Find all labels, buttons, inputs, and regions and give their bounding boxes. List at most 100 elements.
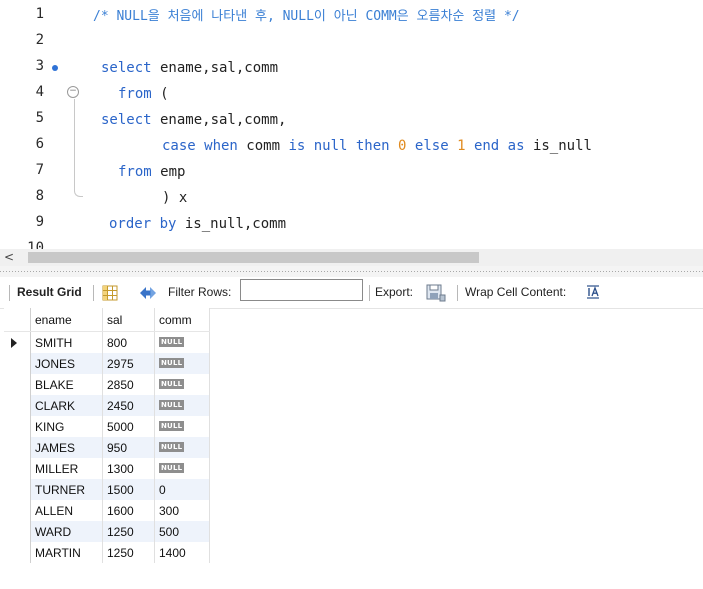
grid-cell-sal[interactable]: 1300 — [102, 458, 155, 479]
wrap-cell-content-label: Wrap Cell Content: — [465, 285, 567, 299]
row-indicator[interactable] — [4, 437, 31, 458]
grid-cell-comm[interactable]: 1400 — [154, 542, 210, 563]
grid-cell-ename[interactable]: CLARK — [30, 395, 103, 416]
line-number: 10 — [27, 240, 44, 249]
editor-horizontal-scrollbar[interactable]: < — [0, 249, 703, 266]
editor-line[interactable]: 5 select ename,sal,comm, — [0, 108, 703, 134]
grid-cell-comm[interactable]: 500 — [154, 521, 210, 542]
grid-cell-ename[interactable]: SMITH — [30, 331, 103, 353]
grid-cell-comm[interactable]: NULL — [154, 437, 210, 458]
row-indicator[interactable] — [4, 479, 31, 500]
code-text: order by is_null,comm — [109, 214, 286, 234]
table-row[interactable]: MARTIN 1250 1400 — [4, 542, 210, 563]
grid-cell-ename[interactable]: WARD — [30, 521, 103, 542]
grid-cell-sal[interactable]: 2850 — [102, 374, 155, 395]
grid-cell-ename[interactable]: MILLER — [30, 458, 103, 479]
editor-line[interactable]: 4 − from ( — [0, 82, 703, 108]
code-token: is_null,comm — [176, 216, 287, 232]
editor-line[interactable]: 7 from emp — [0, 160, 703, 186]
grid-cell-comm[interactable]: NULL — [154, 353, 210, 374]
code-token: case when — [162, 138, 238, 154]
row-indicator[interactable] — [4, 331, 31, 353]
code-token: ename,sal,comm — [151, 60, 279, 76]
grid-cell-comm[interactable]: NULL — [154, 374, 210, 395]
fold-toggle-icon[interactable]: − — [67, 86, 79, 98]
code-token: is null then — [288, 138, 390, 154]
grid-cell-sal[interactable]: 1600 — [102, 500, 155, 521]
editor-line[interactable]: 6 case when comm is null then 0 else 1 en… — [0, 134, 703, 160]
export-icon[interactable] — [425, 283, 447, 303]
result-grid-tab[interactable]: Result Grid — [17, 285, 82, 299]
column-header-sal[interactable]: sal — [102, 308, 155, 332]
grid-cell-sal[interactable]: 800 — [102, 331, 155, 353]
grid-cell-sal[interactable]: 1500 — [102, 479, 155, 500]
grid-cell-sal[interactable]: 1250 — [102, 542, 155, 563]
row-indicator[interactable] — [4, 542, 31, 563]
scrollbar-thumb[interactable] — [28, 252, 479, 263]
table-row[interactable]: BLAKE 2850 NULL — [4, 374, 210, 395]
grid-cell-sal[interactable]: 950 — [102, 437, 155, 458]
result-grid[interactable]: ename sal comm SMITH 800 NULL JONES 2975 NULL… — [4, 308, 210, 563]
null-badge: NULL — [159, 399, 185, 410]
editor-line[interactable]: 1 /* NULL을 처음에 나타낸 후, NULL이 아닌 COMM은 오름차순… — [0, 4, 703, 30]
grid-cell-sal[interactable]: 2975 — [102, 353, 155, 374]
table-row[interactable]: SMITH 800 NULL — [4, 331, 210, 353]
grid-cell-ename[interactable]: MARTIN — [30, 542, 103, 563]
grid-cell-comm[interactable]: 0 — [154, 479, 210, 500]
code-token: ) x — [162, 190, 188, 206]
row-indicator[interactable] — [4, 353, 31, 374]
panel-splitter[interactable] — [0, 266, 703, 277]
line-number: 7 — [35, 162, 44, 178]
scroll-left-arrow-icon[interactable]: < — [2, 249, 16, 266]
refresh-icon[interactable] — [137, 284, 159, 302]
grid-cell-comm[interactable]: NULL — [154, 331, 210, 353]
grid-cell-comm[interactable]: 300 — [154, 500, 210, 521]
grid-cell-ename[interactable]: TURNER — [30, 479, 103, 500]
grid-cell-comm[interactable]: NULL — [154, 458, 210, 479]
code-token: 1 — [457, 138, 466, 154]
grid-cell-ename[interactable]: JONES — [30, 353, 103, 374]
filter-rows-label: Filter Rows: — [168, 285, 232, 299]
table-row[interactable]: WARD 1250 500 — [4, 521, 210, 542]
grid-cell-sal[interactable]: 1250 — [102, 521, 155, 542]
table-row[interactable]: TURNER 1500 0 — [4, 479, 210, 500]
grid-cell-ename[interactable]: KING — [30, 416, 103, 437]
table-row[interactable]: MILLER 1300 NULL — [4, 458, 210, 479]
row-indicator[interactable] — [4, 395, 31, 416]
grid-cell-comm[interactable]: NULL — [154, 395, 210, 416]
table-row[interactable]: JAMES 950 NULL — [4, 437, 210, 458]
grid-cell-ename[interactable]: ALLEN — [30, 500, 103, 521]
grid-view-icon[interactable] — [102, 285, 118, 301]
grid-cell-sal[interactable]: 5000 — [102, 416, 155, 437]
table-row[interactable]: CLARK 2450 NULL — [4, 395, 210, 416]
editor-line[interactable]: 8) x — [0, 186, 703, 212]
wrap-cell-content-icon[interactable] — [585, 284, 601, 300]
row-indicator[interactable] — [4, 458, 31, 479]
column-header-comm[interactable]: comm — [154, 308, 210, 332]
row-indicator[interactable] — [4, 416, 31, 437]
row-indicator[interactable] — [4, 500, 31, 521]
code-token: from — [118, 86, 152, 102]
editor-line[interactable]: 9 order by is_null,comm — [0, 212, 703, 238]
code-token: select — [101, 60, 152, 76]
sql-editor[interactable]: 1 /* NULL을 처음에 나타낸 후, NULL이 아닌 COMM은 오름차순… — [0, 0, 703, 249]
code-text: select ename,sal,comm, — [101, 110, 286, 130]
grid-cell-ename[interactable]: JAMES — [30, 437, 103, 458]
editor-line[interactable]: 3 select ename,sal,comm — [0, 56, 703, 82]
editor-line[interactable]: 2 — [0, 30, 703, 56]
filter-rows-input[interactable] — [240, 279, 363, 301]
editor-line[interactable]: 10 — [0, 238, 703, 249]
row-indicator[interactable] — [4, 374, 31, 395]
grid-cell-sal[interactable]: 2450 — [102, 395, 155, 416]
line-number: 5 — [35, 110, 44, 126]
row-indicator-header — [4, 308, 31, 332]
table-row[interactable]: JONES 2975 NULL — [4, 353, 210, 374]
grid-cell-comm[interactable]: NULL — [154, 416, 210, 437]
grid-cell-ename[interactable]: BLAKE — [30, 374, 103, 395]
row-indicator[interactable] — [4, 521, 31, 542]
table-row[interactable]: ALLEN 1600 300 — [4, 500, 210, 521]
column-header-ename[interactable]: ename — [30, 308, 103, 332]
table-row[interactable]: KING 5000 NULL — [4, 416, 210, 437]
